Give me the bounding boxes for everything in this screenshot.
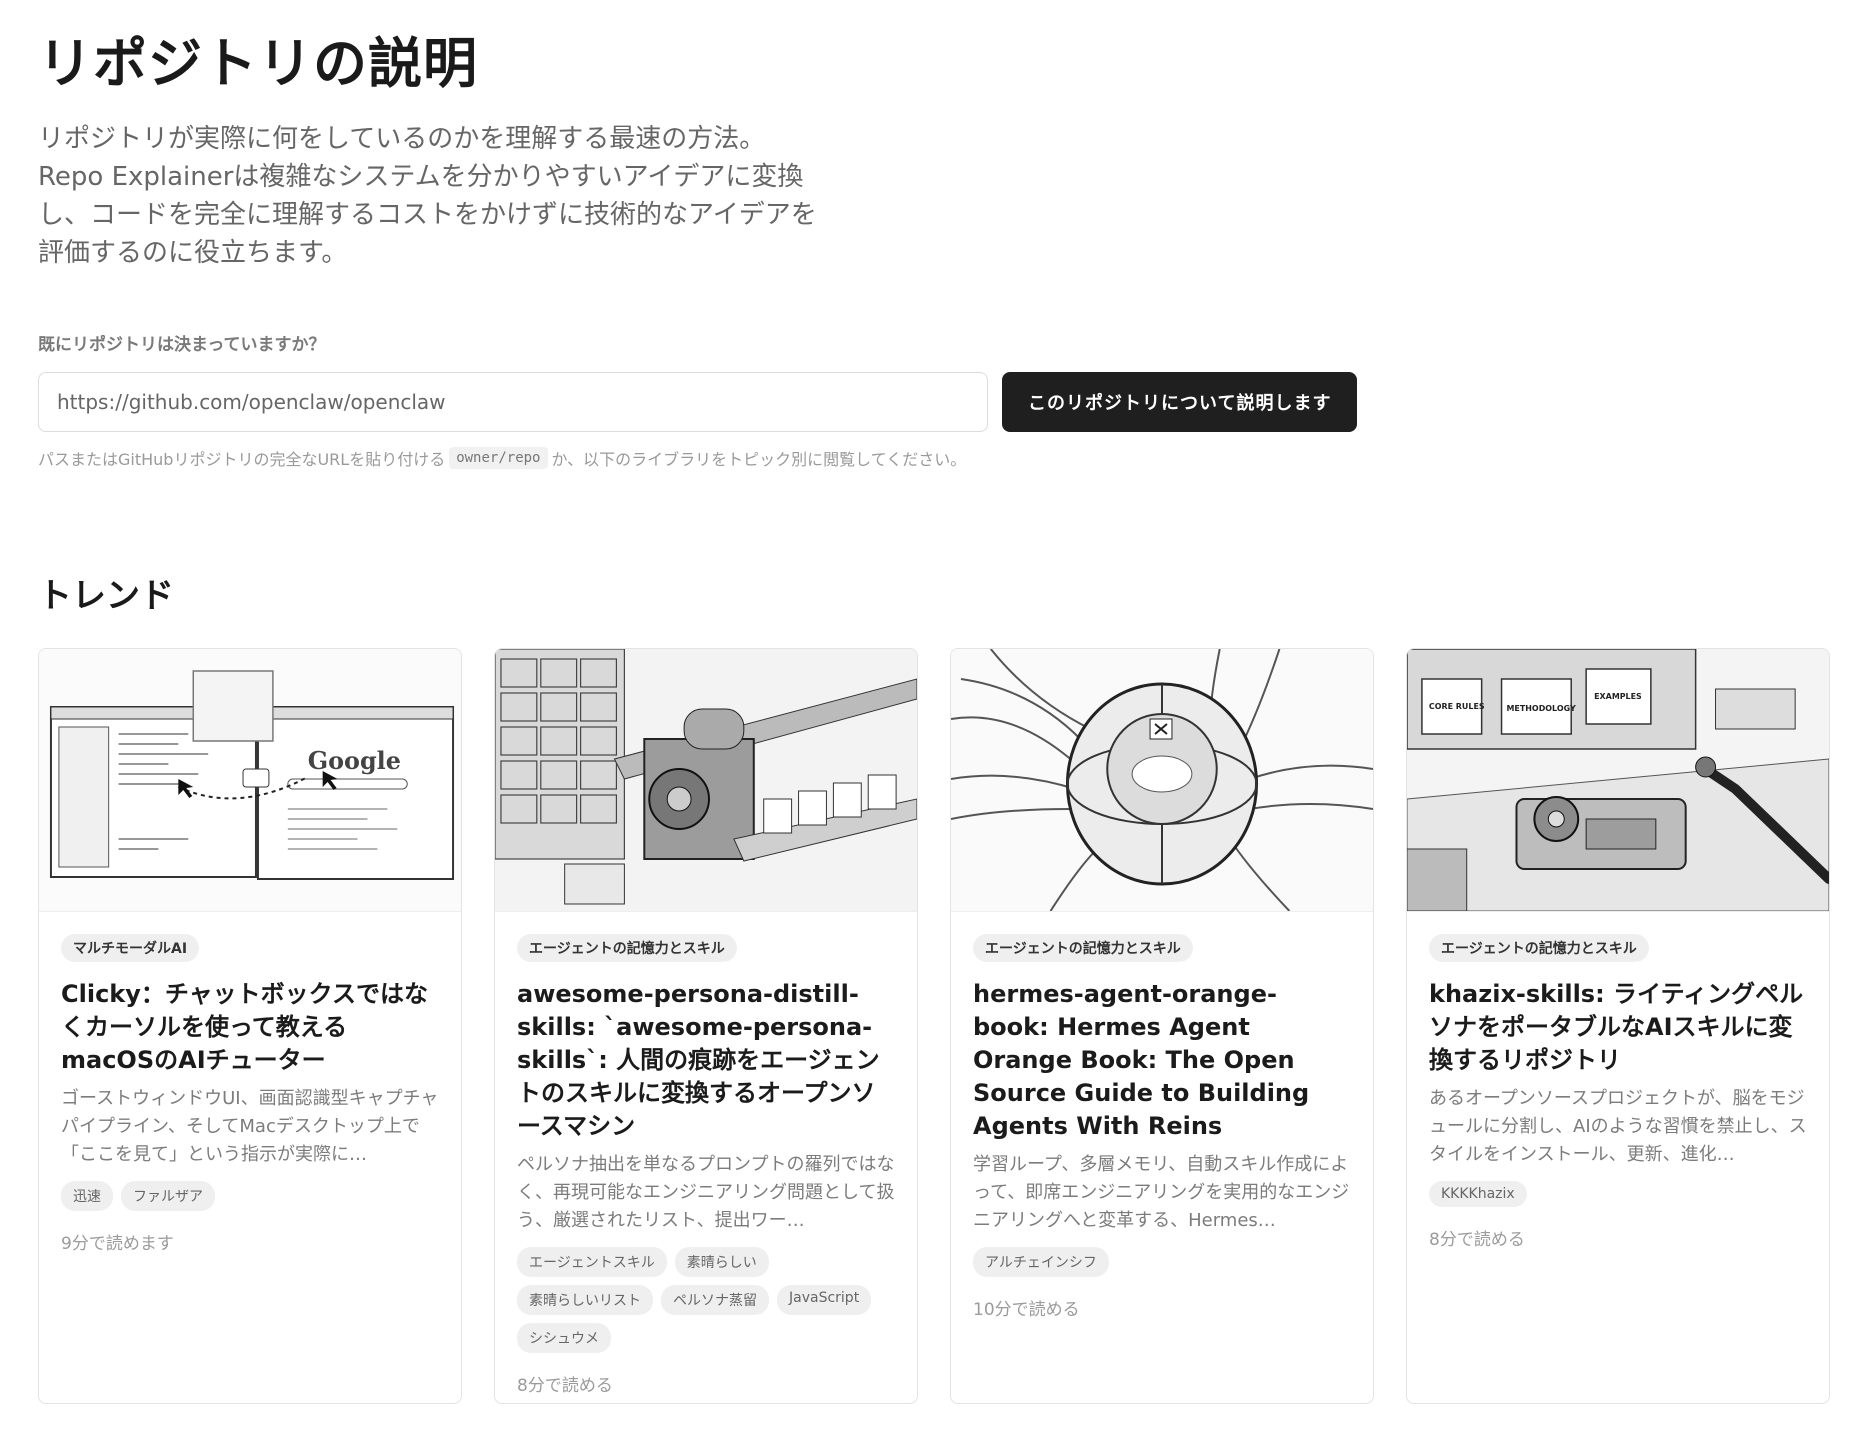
card-description: ペルソナ抽出を単なるプロンプトの羅列ではなく、再現可能なエンジニアリング問題とし… [517,1154,895,1231]
card-tags: エージェントスキル 素晴らしい 素晴らしいリスト ペルソナ蒸留 JavaScri… [517,1247,895,1353]
thumb-label-examples: EXAMPLES [1594,692,1642,701]
explain-repo-button[interactable]: このリポジトリについて説明します [1002,372,1358,432]
trending-title: トレンド [38,576,174,616]
thumb-label-core-rules: CORE RULES [1429,702,1485,711]
page: リポジトリの説明 リポジトリが実際に何をしているのかを理解する最速の方法。 Re… [38,28,1838,1404]
card-category-badge[interactable]: エージェントの記憶力とスキル [973,934,1193,962]
card-category-badge[interactable]: エージェントの記憶力とスキル [1429,934,1649,962]
thumb-label-methodology: METHODOLOGY [1507,704,1576,713]
repo-card[interactable]: エージェントの記憶力とスキル awesome-persona-distill-s… [494,648,918,1404]
intro-line: リポジトリが実際に何をしているのかを理解する最速の方法。 [38,124,766,154]
card-tags: アルチェインシフ [973,1247,1351,1277]
card-tags: KKKKhazix [1429,1181,1807,1207]
repo-card[interactable]: エージェントの記憶力とスキル hermes-agent-orange-book:… [950,648,1374,1404]
read-time: 9分で読めます [61,1234,174,1254]
hint-text-before: パスまたはGitHubリポジトリの完全なURLを貼り付ける [38,450,446,469]
card-image-screen-sketch: Google [39,649,461,912]
card-title[interactable]: awesome-persona-distill-skills: `awesome… [517,978,895,1143]
card-image-sphere-sketch [951,649,1373,912]
trending-cards: Google マルチモーダルAI Clicky：チャットボックスではなくカーソル… [38,648,1830,1404]
card-title[interactable]: Clicky：チャットボックスではなくカーソルを使って教えるmacOSのAIチュ… [61,978,439,1077]
tag[interactable]: 素晴らしい [674,1247,769,1277]
tag[interactable]: エージェントスキル [517,1247,667,1277]
read-time: 10分で読める [973,1300,1080,1320]
card-description: 学習ループ、多層メモリ、自動スキル作成によって、即席エンジニアリングを実用的なエ… [973,1154,1350,1231]
page-title: リポジトリの説明 [38,32,478,95]
tag[interactable]: 迅速 [61,1181,113,1211]
input-hint: パスまたはGitHubリポジトリの完全なURLを貼り付ける owner/repo… [38,446,966,470]
tag[interactable]: KKKKhazix [1429,1181,1527,1207]
hint-code: owner/repo [449,447,548,469]
tag[interactable]: JavaScript [777,1285,872,1315]
repo-url-input[interactable] [38,372,988,432]
intro-line: し、コードを完全に理解するコストをかけずに技術的なアイデアを [38,200,817,230]
card-description: あるオープンソースプロジェクトが、脳をモジュールに分割し、AIのような習慣を禁止… [1429,1088,1807,1165]
card-image-machine-sketch [495,649,917,912]
intro-line: 評価するのに役立ちます。 [38,238,348,268]
card-image-robot-sketch: CORE RULES METHODOLOGY EXAMPLES [1407,649,1829,912]
tag[interactable]: アルチェインシフ [973,1247,1109,1277]
tag[interactable]: 素晴らしいリスト [517,1285,653,1315]
thumb-google-text: Google [308,747,401,775]
card-title[interactable]: khazix-skills: ライティングペルソナをポータブルなAIスキルに変換… [1429,978,1807,1077]
card-description: ゴーストウィンドウUI、画面認識型キャプチャパイプライン、そしてMacデスクトッ… [61,1088,439,1165]
hint-text-after: か、以下のライブラリをトピック別に閲覧してください。 [551,450,967,469]
tag[interactable]: ファルザア [121,1181,215,1211]
repo-card[interactable]: Google マルチモーダルAI Clicky：チャットボックスではなくカーソル… [38,648,462,1404]
tag[interactable]: シシュウメ [517,1323,611,1353]
intro-line: Repo Explainerは複雑なシステムを分かりやすいアイデアに変換 [38,162,804,192]
card-title[interactable]: hermes-agent-orange-book: Hermes Agent O… [973,978,1351,1143]
read-time: 8分で読める [517,1376,613,1396]
tag[interactable]: ペルソナ蒸留 [661,1285,769,1315]
intro-text: リポジトリが実際に何をしているのかを理解する最速の方法。 Repo Explai… [38,120,858,272]
repo-question-label: 既にリポジトリは決まっていますか？ [38,335,326,355]
repo-card[interactable]: CORE RULES METHODOLOGY EXAMPLES エージェントの記… [1406,648,1830,1404]
read-time: 8分で読める [1429,1230,1525,1250]
card-tags: 迅速 ファルザア [61,1181,439,1211]
search-row: このリポジトリについて説明します [38,372,1358,432]
card-category-badge[interactable]: マルチモーダルAI [61,934,200,962]
card-category-badge[interactable]: エージェントの記憶力とスキル [517,934,737,962]
